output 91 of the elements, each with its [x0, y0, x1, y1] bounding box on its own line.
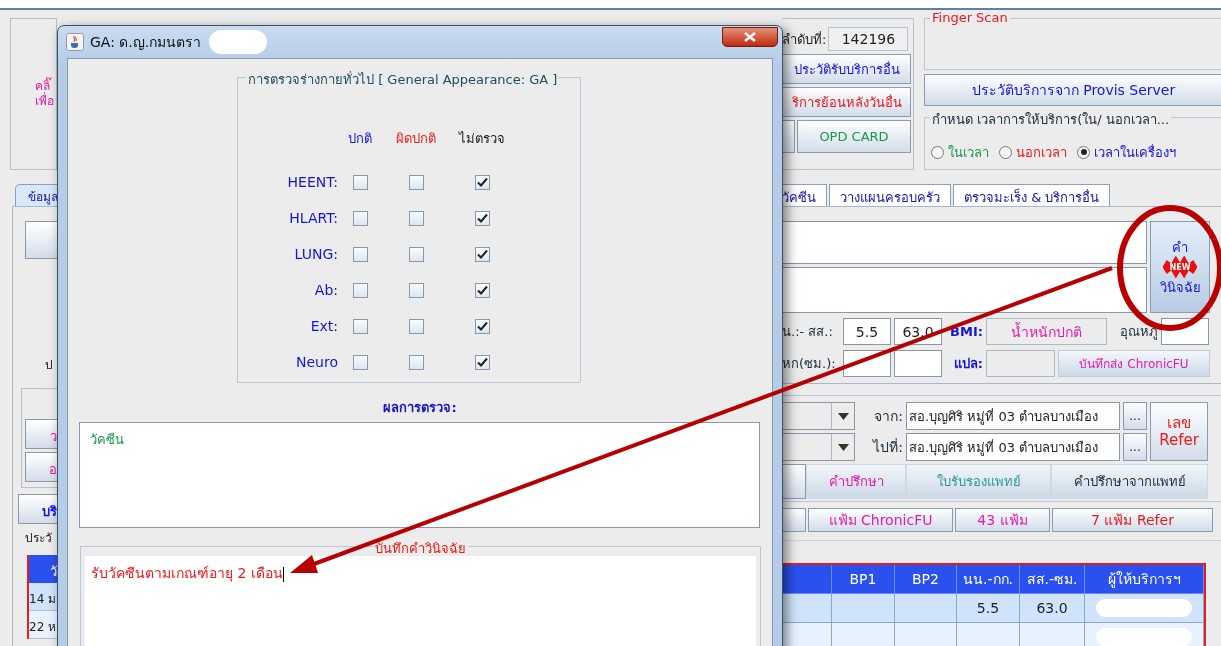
radio-label: เวลาในเครื่องฯ — [1094, 143, 1176, 162]
exam-result-field[interactable]: วัคซีน — [79, 422, 760, 528]
caret-icon — [837, 443, 849, 451]
bmi-field: น้ำหนักปกติ — [986, 318, 1107, 345]
field-label: BMI: — [949, 323, 983, 341]
hint-text: คลิ๊ — [35, 79, 52, 93]
checkbox[interactable] — [474, 174, 490, 190]
checkbox[interactable] — [352, 210, 368, 226]
new-badge: NEW — [1162, 255, 1198, 279]
tab[interactable]: วัคซีน — [782, 184, 827, 206]
checkbox[interactable] — [408, 282, 424, 298]
radio-label: นอกเวลา — [1016, 143, 1067, 162]
checkbox[interactable] — [352, 174, 368, 190]
column-header: ไม่ตรวจ — [457, 130, 506, 148]
field-label: แปล: — [952, 355, 983, 373]
exam-label: Neuro — [295, 353, 339, 372]
checkbox[interactable] — [408, 318, 424, 334]
text-area[interactable] — [782, 267, 1147, 313]
interpretation-field — [986, 350, 1055, 377]
exam-label: HEENT: — [286, 173, 339, 192]
field-label: ผลการตรวจ: — [383, 399, 457, 417]
button[interactable] — [782, 464, 806, 499]
field-label: น.:- สส.: — [782, 323, 834, 341]
radio-label: ในเวลา — [948, 143, 989, 162]
diagnosis-button[interactable]: คำ NEW วินิจฉัย — [1150, 221, 1210, 313]
exam-label: LUNG: — [293, 245, 339, 264]
window-title: GA: ด.ญ.กมนตรา — [90, 33, 202, 52]
table-row[interactable]: 5.5 63.0 — [782, 594, 1204, 623]
redaction-mark — [209, 30, 268, 54]
hint-text: เพื่อ — [35, 94, 55, 109]
input-field[interactable] — [894, 350, 942, 377]
group-title: Finger Scan — [930, 10, 1010, 25]
caret-icon — [837, 412, 849, 420]
group-title: ประวั — [25, 530, 53, 547]
cup-icon — [66, 33, 84, 51]
radio-button[interactable] — [931, 145, 944, 159]
checkbox[interactable] — [474, 318, 490, 334]
button[interactable] — [782, 508, 806, 532]
checkbox[interactable] — [474, 246, 490, 262]
to-field[interactable]: สอ.บุญศิริ หมู่ที่ 03 ตำบลบางเมือง — [906, 433, 1120, 461]
exam-label: Ext: — [309, 317, 339, 336]
checkbox[interactable] — [408, 210, 424, 226]
weight-field[interactable]: 5.5 — [843, 318, 891, 345]
radio-button[interactable] — [999, 145, 1012, 159]
exam-label: HLART: — [288, 209, 339, 228]
checkbox[interactable] — [408, 354, 424, 370]
sequence-field: 142196 — [828, 27, 909, 51]
dropdown[interactable] — [782, 402, 855, 430]
checkbox[interactable] — [474, 354, 490, 370]
diagnosis-field[interactable]: รับวัคซีนตามเกณฑ์อายุ 2 เดือน — [85, 556, 756, 646]
checkbox[interactable] — [352, 318, 368, 334]
checkbox[interactable] — [408, 174, 424, 190]
tab[interactable]: ข้อมูล — [15, 184, 57, 206]
field-label: ไปที่: — [871, 437, 903, 457]
checkbox[interactable] — [474, 210, 490, 226]
close-icon — [744, 32, 756, 42]
sequence-label: ลำดับที่: — [782, 30, 827, 49]
table-cell: 14 ม — [29, 583, 57, 611]
provis-button[interactable]: ประวัติบริการจาก Provis Server — [924, 74, 1221, 106]
field-label: หก(ซม.): — [782, 355, 837, 373]
browse-button[interactable]: ... — [1123, 433, 1147, 461]
checkbox[interactable] — [474, 282, 490, 298]
close-button[interactable] — [722, 27, 778, 47]
exam-label: Ab: — [313, 281, 339, 300]
field-label: จาก: — [873, 407, 903, 426]
browse-button[interactable]: ... — [1123, 402, 1147, 430]
column-header: วั — [29, 555, 57, 583]
dropdown[interactable] — [782, 433, 855, 461]
history-button[interactable]: ประวัติรับบริการอื่น — [782, 54, 911, 84]
table-cell: 22 ห — [29, 611, 57, 639]
checkbox[interactable] — [408, 246, 424, 262]
group-title: การตรวจร่างกายทั่วไป [ General Appearance: GA ] — [246, 69, 560, 90]
file-button[interactable]: 7 แฟ้ม Refer — [1052, 508, 1213, 532]
tab[interactable]: ตรวจมะเร็ง & บริการอื่น — [953, 184, 1111, 206]
checkbox[interactable] — [352, 282, 368, 298]
checkbox[interactable] — [352, 246, 368, 262]
column-header: ผิดปกติ — [395, 130, 437, 148]
tab[interactable]: วางแผนครอบครัว — [829, 184, 951, 206]
checkbox[interactable] — [352, 354, 368, 370]
button[interactable]: บริ — [18, 494, 57, 524]
radio-button[interactable] — [1077, 145, 1090, 159]
refer-number-button[interactable]: เลข Refer — [1150, 402, 1208, 461]
consult-button[interactable]: คำปรึกษาจากแพทย์ — [1051, 464, 1208, 499]
field-label: อุณหภู — [1119, 323, 1158, 342]
column-header: ปกติ — [347, 130, 373, 148]
field-label: ป — [45, 357, 54, 374]
file-button[interactable]: 43 แฟ้ม — [955, 508, 1050, 532]
text-area[interactable] — [782, 221, 1147, 264]
history-button[interactable]: ริการย้อนหลังวันอื่น — [782, 87, 911, 117]
from-field[interactable]: สอ.บุญศิริ หมู่ที่ 03 ตำบลบางเมือง — [906, 402, 1120, 430]
file-button[interactable]: แฟ้ม ChronicFU — [808, 508, 953, 532]
